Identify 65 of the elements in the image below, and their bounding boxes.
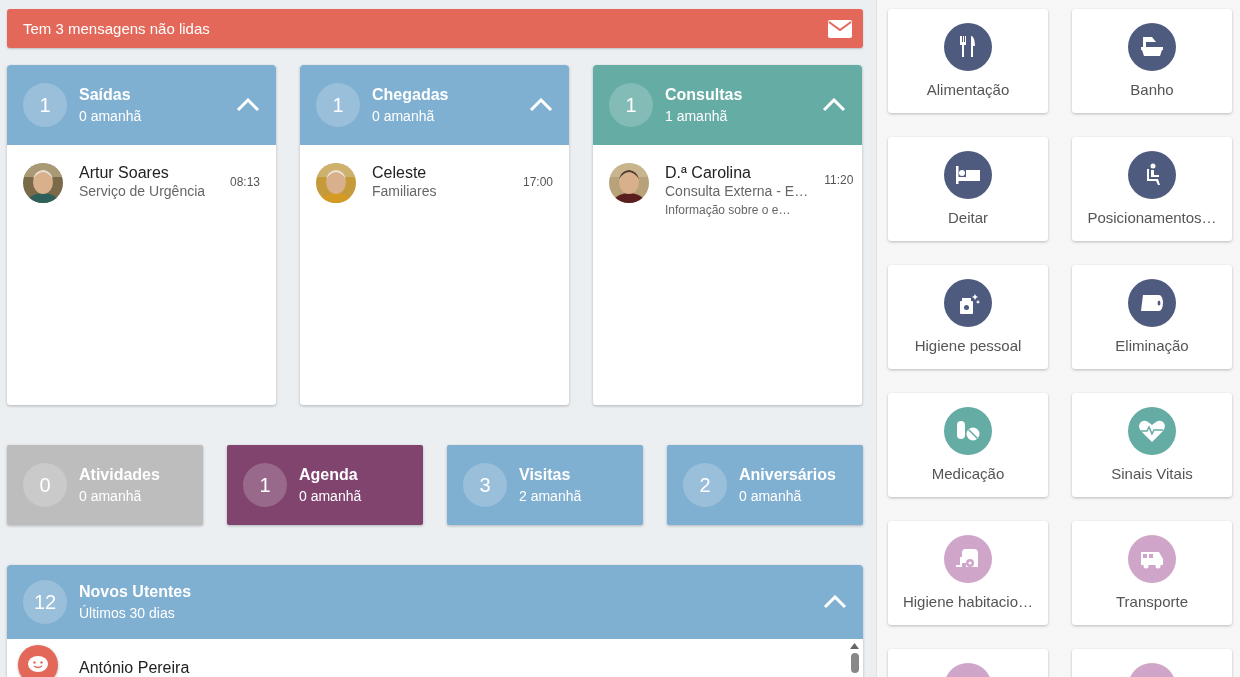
count-badge: 1 [23,83,67,127]
chevron-up-icon[interactable] [823,595,847,609]
item-time: 08:13 [229,175,260,189]
care-tile[interactable]: Eliminação [1072,265,1232,369]
care-tile[interactable]: Sinais Vitais [1072,393,1232,497]
chevron-up-icon[interactable] [822,98,846,112]
chevron-up-icon[interactable] [236,98,260,112]
care-tile[interactable]: Banho [1072,9,1232,113]
envelope-icon [828,19,852,38]
item-note: Informação sobre o e… [665,202,791,219]
tile-label: Eliminação [1115,337,1189,354]
count-badge: 2 [683,463,727,507]
panel-title: Novos Utentes [79,583,193,601]
tile-label: Transporte [1116,593,1188,610]
count-badge: 3 [463,463,507,507]
card-title: Agenda [299,466,359,484]
scrollbar-thumb[interactable] [850,653,859,673]
tile-label: Deitar [948,209,988,226]
tile-label: Banho [1130,81,1174,98]
tile-label: Alimentação [926,81,1010,98]
panel-title: Chegadas [372,86,450,104]
person-name: António Pereira [79,658,190,677]
item-detail: Familiares [372,182,437,200]
chat-button[interactable] [18,645,58,677]
card-title: Visitas [519,466,572,484]
banner-text: Tem 3 mensagens não lidas [23,20,210,37]
item-detail: Serviço de Urgência [79,182,206,200]
care-tile[interactable]: Higiene habitacio… [888,521,1048,625]
care-tile[interactable]: Alimentação [888,9,1048,113]
care-tile[interactable]: Medicação [888,393,1048,497]
tile-label: Medicação [931,465,1005,482]
person-name: Artur Soares [79,163,169,182]
summary-card[interactable]: 1 Agenda 0 amanhã [227,445,423,525]
care-tile[interactable]: Posicionamentos… [1072,137,1232,241]
chevron-up-icon[interactable] [529,98,553,112]
card-subtitle: 0 amanhã [739,488,803,504]
care-tile[interactable]: Transporte [1072,521,1232,625]
panel-subtitle: Últimos 30 dias [79,605,176,621]
count-badge: 12 [23,580,67,624]
card-title: Aniversários [739,466,837,484]
scroll-up-icon[interactable] [850,643,859,649]
card-title: Atividades [79,466,161,484]
panel-subtitle: 1 amanhã [665,108,729,124]
tile-label: Posicionamentos… [1087,209,1217,226]
card-subtitle: 0 amanhã [79,488,143,504]
person-name: Celeste [372,163,427,182]
panel-subtitle: 0 amanhã [79,108,143,124]
panel-title: Consultas [665,86,744,104]
item-detail: Consulta Externa - E… [665,182,809,200]
count-badge: 1 [243,463,287,507]
tile-label: Higiene pessoal [914,337,1022,354]
card-subtitle: 0 amanhã [299,488,363,504]
panel-subtitle: 0 amanhã [372,108,436,124]
card-subtitle: 2 amanhã [519,488,583,504]
tile-label: Sinais Vitais [1111,465,1193,482]
count-badge: 1 [316,83,360,127]
item-time: 17:00 [522,175,553,189]
panel-title: Saídas [79,86,132,104]
item-time: 11:20 [824,173,854,187]
count-badge: 1 [609,83,653,127]
tile-label: Higiene habitacio… [902,593,1034,610]
care-tile[interactable]: Deitar [888,137,1048,241]
person-name: D.ª Carolina [665,163,751,182]
smiley-icon [27,656,49,674]
care-tile[interactable]: Higiene pessoal [888,265,1048,369]
